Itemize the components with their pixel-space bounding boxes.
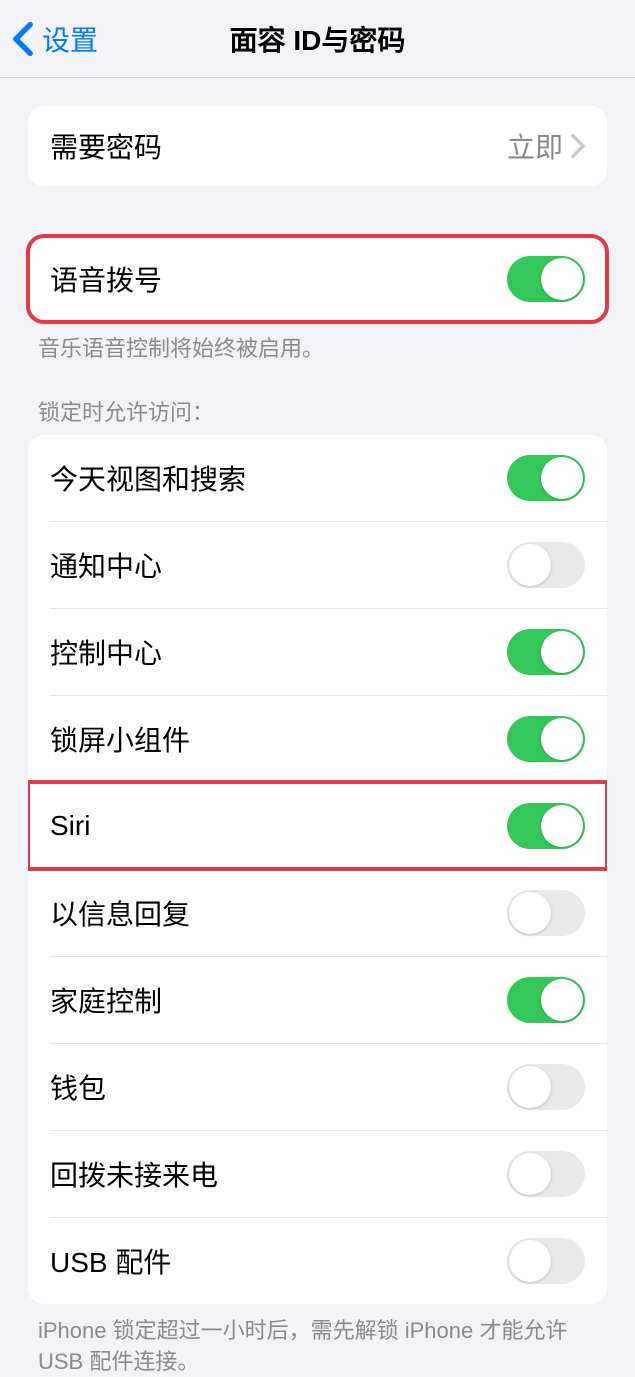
allow-access-toggle[interactable]	[507, 455, 585, 501]
voice-dial-row[interactable]: 语音拨号	[28, 236, 607, 322]
allow-access-label: 家庭控制	[50, 980, 162, 1020]
allow-access-row[interactable]: 家庭控制	[50, 956, 607, 1043]
nav-bar: 设置 面容 ID与密码	[0, 0, 635, 78]
allow-access-row[interactable]: 通知中心	[50, 521, 607, 608]
allow-access-row[interactable]: 回拨未接来电	[50, 1130, 607, 1217]
chevron-right-icon	[571, 134, 585, 158]
voice-dial-label: 语音拨号	[50, 259, 162, 299]
voice-dial-footer: 音乐语音控制将始终被启用。	[0, 322, 635, 365]
allow-access-row[interactable]: USB 配件	[50, 1217, 607, 1304]
allow-access-footer: iPhone 锁定超过一小时后，需先解锁 iPhone 才能允许 USB 配件连…	[0, 1304, 635, 1377]
allow-access-row[interactable]: 控制中心	[50, 608, 607, 695]
allow-access-toggle[interactable]	[507, 1064, 585, 1110]
allow-access-label: Siri	[50, 810, 90, 842]
allow-access-label: USB 配件	[50, 1241, 171, 1281]
toggle-knob	[541, 718, 583, 760]
allow-access-toggle[interactable]	[507, 716, 585, 762]
allow-access-label: 控制中心	[50, 632, 162, 672]
back-label: 设置	[42, 19, 98, 59]
toggle-knob	[541, 979, 583, 1021]
allow-access-label: 通知中心	[50, 545, 162, 585]
allow-access-group: 今天视图和搜索通知中心控制中心锁屏小组件 Siri 以信息回复家庭控制钱包回拨未接来…	[28, 435, 607, 1304]
toggle-knob	[541, 631, 583, 673]
allow-access-label: 锁屏小组件	[50, 719, 190, 759]
voice-dial-group: 语音拨号	[28, 236, 607, 322]
voice-dial-toggle[interactable]	[507, 256, 585, 302]
content: 需要密码 立即 语音拨号 音乐语音控制将始终被启用。 锁定时允许访问： 今天视图…	[0, 106, 635, 1377]
allow-access-label: 以信息回复	[50, 893, 190, 933]
allow-access-label: 钱包	[50, 1067, 106, 1107]
row-right: 立即	[507, 126, 585, 166]
allow-access-row[interactable]: 今天视图和搜索	[28, 435, 607, 521]
toggle-knob	[509, 1066, 551, 1108]
toggle-knob	[541, 805, 583, 847]
allow-access-label: 回拨未接来电	[50, 1154, 218, 1194]
allow-access-row[interactable]: 以信息回复	[50, 869, 607, 956]
toggle-knob	[509, 1153, 551, 1195]
allow-access-toggle[interactable]	[507, 1151, 585, 1197]
require-passcode-label: 需要密码	[50, 126, 162, 166]
toggle-knob	[509, 544, 551, 586]
toggle-knob	[509, 892, 551, 934]
allow-access-toggle[interactable]	[507, 542, 585, 588]
allow-access-row[interactable]: 锁屏小组件	[50, 695, 607, 782]
allow-access-toggle[interactable]	[507, 629, 585, 675]
passcode-group: 需要密码 立即	[28, 106, 607, 186]
allow-access-toggle[interactable]	[507, 977, 585, 1023]
toggle-knob	[541, 258, 583, 300]
toggle-knob	[541, 457, 583, 499]
toggle-knob	[509, 1240, 551, 1282]
allow-access-row[interactable]: 钱包	[50, 1043, 607, 1130]
allow-access-toggle[interactable]	[507, 890, 585, 936]
chevron-left-icon	[12, 21, 34, 57]
page-title: 面容 ID与密码	[230, 19, 406, 59]
require-passcode-row[interactable]: 需要密码 立即	[28, 106, 607, 186]
allow-access-row[interactable]: Siri	[28, 782, 607, 869]
require-passcode-value: 立即	[507, 126, 563, 166]
allow-access-toggle[interactable]	[507, 803, 585, 849]
allow-access-toggle[interactable]	[507, 1238, 585, 1284]
allow-access-header: 锁定时允许访问：	[0, 365, 635, 435]
back-button[interactable]: 设置	[0, 19, 98, 59]
allow-access-label: 今天视图和搜索	[50, 458, 246, 498]
